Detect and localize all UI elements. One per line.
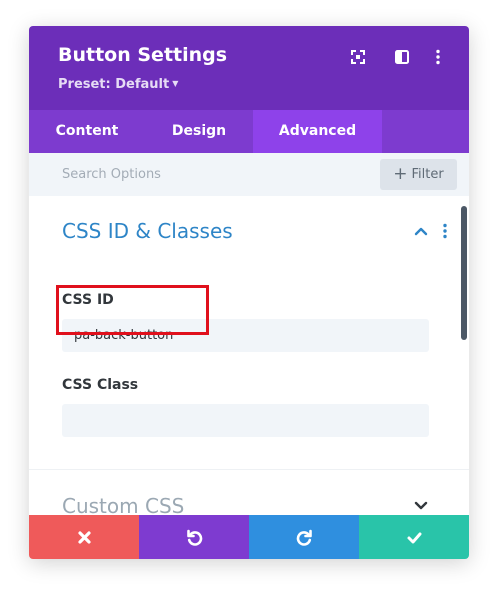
filter-label: Filter [411,167,444,182]
css-class-label: CSS Class [62,377,139,393]
search-options-input[interactable] [29,153,369,196]
highlight-box [56,285,209,335]
search-bar: +Filter [29,153,469,196]
expand-icon[interactable] [349,48,367,66]
checkmark-icon [407,532,421,543]
tab-content[interactable]: Content [29,110,145,153]
tab-bar: Content Design Advanced [29,110,469,153]
redo-icon [296,529,312,546]
modal-title: Button Settings [58,44,228,66]
sidebar-layout-icon[interactable] [393,48,411,66]
undo-icon [186,529,202,546]
section-divider [29,469,469,470]
modal-header: Button Settings Preset: Default ▼ [29,26,469,110]
close-icon [77,530,91,544]
undo-button[interactable] [139,515,249,559]
plus-icon: + [393,164,408,184]
caret-down-icon: ▼ [172,79,179,88]
css-class-input[interactable] [62,404,429,437]
save-button[interactable] [359,515,469,559]
section-title-custom-css[interactable]: Custom CSS [62,494,184,515]
tab-design[interactable]: Design [145,110,253,153]
cancel-button[interactable] [29,515,139,559]
preset-selector[interactable]: Preset: Default ▼ [58,77,178,92]
modal-footer [29,515,469,559]
section-title-css-id-classes[interactable]: CSS ID & Classes [62,219,233,243]
more-options-icon[interactable] [429,48,447,66]
section-more-icon[interactable] [441,223,449,239]
filter-button[interactable]: + Filter [380,159,457,190]
scrollbar-thumb[interactable] [461,206,467,340]
chevron-down-icon[interactable] [413,497,429,513]
preset-label: Preset: Default [58,77,170,92]
chevron-up-icon[interactable] [413,223,429,239]
options-panel: CSS ID & Classes CSS ID CSS Class Custom… [29,196,469,515]
tab-advanced[interactable]: Advanced [253,110,382,153]
redo-button[interactable] [249,515,359,559]
